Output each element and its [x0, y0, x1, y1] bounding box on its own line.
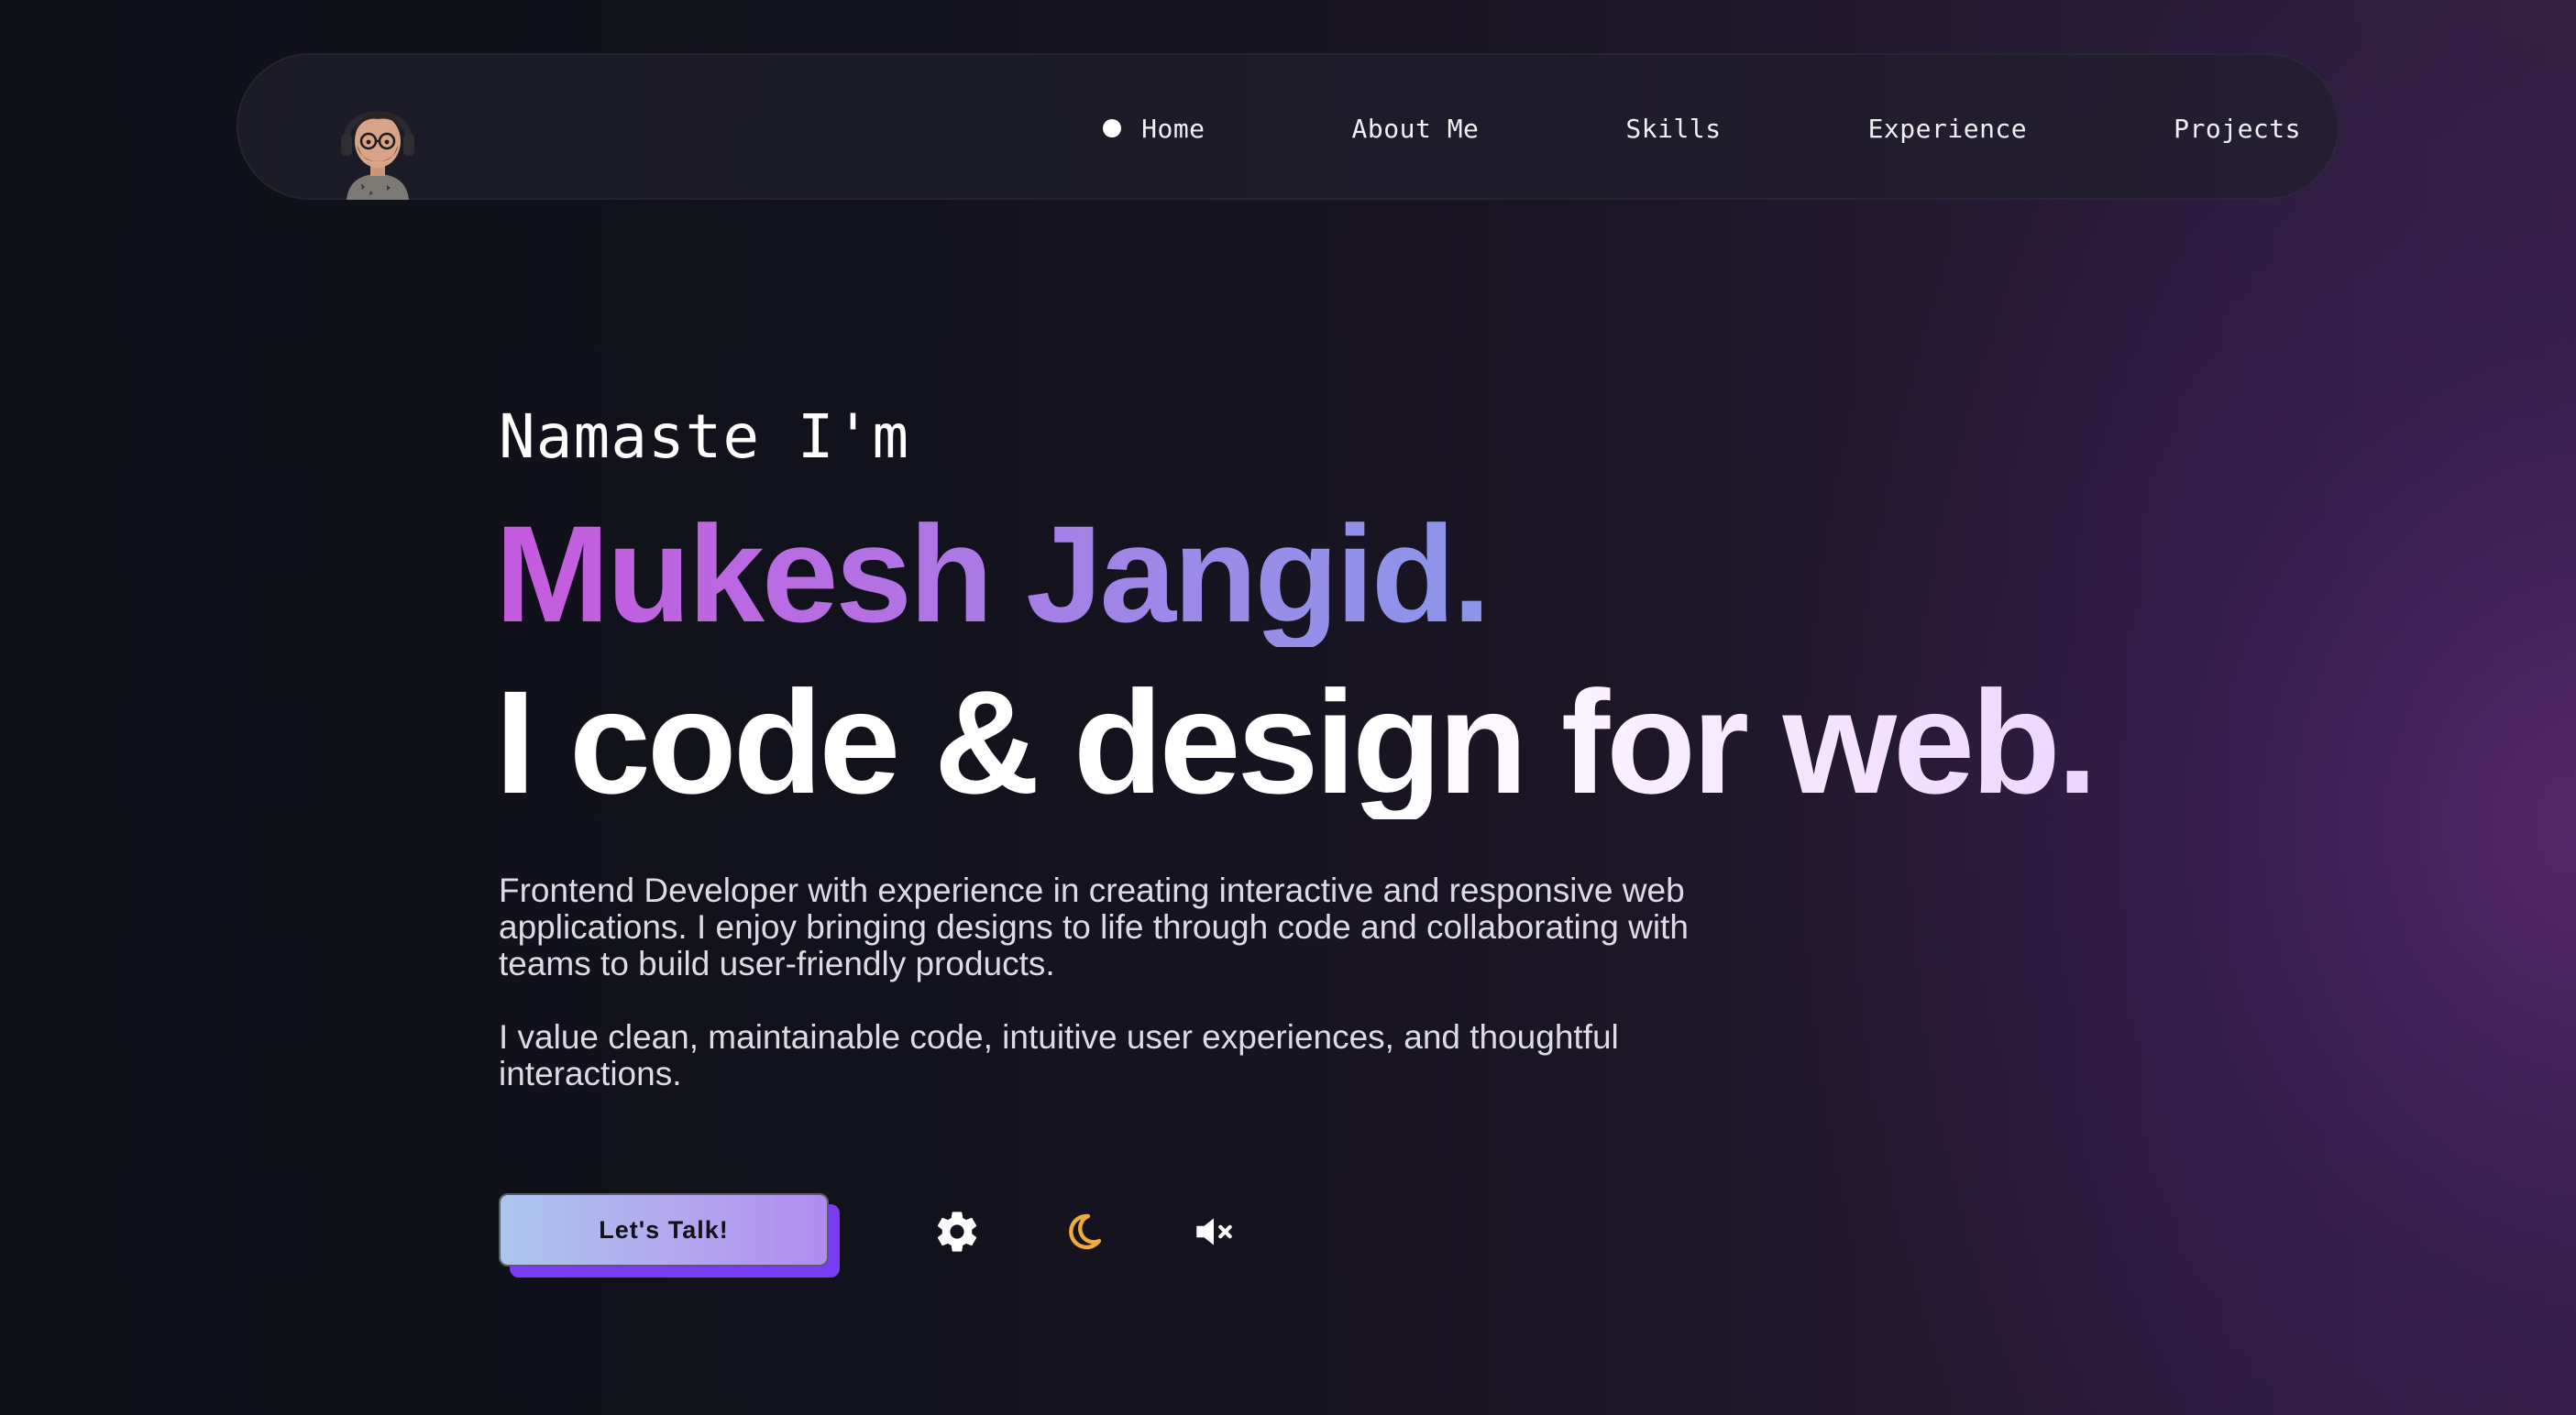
hero-greeting: Namaste I'm: [499, 401, 910, 472]
moon-icon: [1062, 1210, 1106, 1254]
nav-item-label: Experience: [1867, 113, 2028, 144]
speaker-muted-icon: [1191, 1209, 1237, 1255]
sound-toggle-button[interactable]: [1188, 1206, 1239, 1257]
nav-item-home[interactable]: Home: [1103, 114, 1205, 144]
hero-name: Mukesh Jangid.: [495, 497, 1491, 651]
nav-item-label: Skills: [1625, 113, 1722, 144]
active-indicator-dot: [1103, 119, 1122, 137]
navbar: Home About Me Skills Experience Projects: [237, 53, 2339, 200]
nav-item-label: About Me: [1351, 113, 1480, 144]
nav-item-about-me[interactable]: About Me: [1352, 114, 1480, 144]
cta-container: Let's Talk!: [499, 1193, 840, 1278]
nav-item-experience[interactable]: Experience: [1868, 114, 2028, 144]
lets-talk-button[interactable]: Let's Talk!: [499, 1193, 829, 1267]
hero-bio-paragraph-1: Frontend Developer with experience in cr…: [499, 872, 1689, 982]
avatar[interactable]: [334, 93, 422, 200]
nav-item-label: Projects: [2174, 113, 2301, 144]
nav-item-projects[interactable]: Projects: [2174, 114, 2301, 144]
settings-button[interactable]: [931, 1206, 983, 1257]
nav-item-label: Home: [1141, 113, 1205, 144]
hero-tagline: I code & design for web.: [495, 660, 2097, 824]
nav-item-skills[interactable]: Skills: [1625, 114, 1721, 144]
gear-icon: [933, 1208, 981, 1256]
nav-links: Home About Me Skills Experience Projects: [1103, 55, 2301, 202]
theme-toggle-button[interactable]: [1058, 1206, 1109, 1257]
hero-bio-paragraph-2: I value clean, maintainable code, intuit…: [499, 1018, 1619, 1092]
